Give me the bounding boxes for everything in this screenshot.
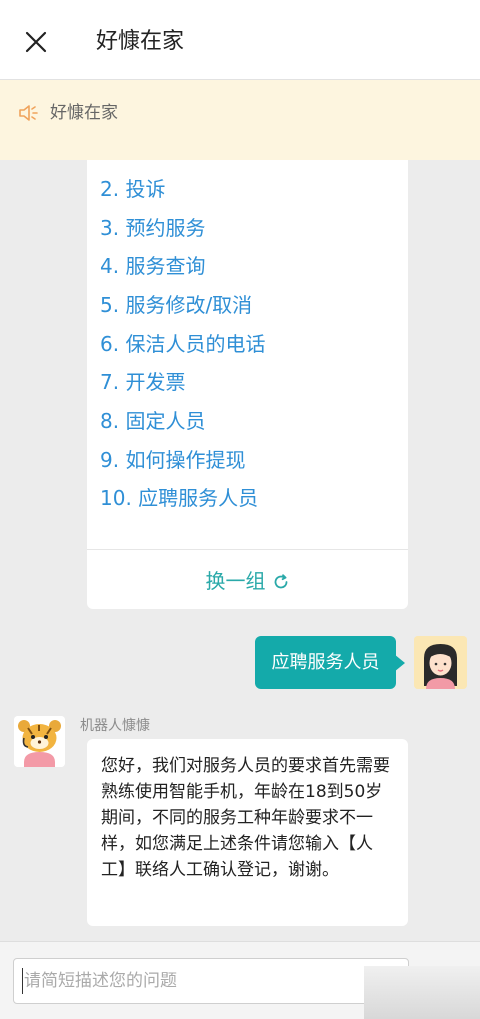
text-caret (22, 968, 23, 994)
faq-item-complaint[interactable]: 2. 投诉 (100, 176, 165, 202)
bubble-tail (394, 654, 405, 672)
faq-item-fixed-staff[interactable]: 8. 固定人员 (100, 408, 205, 434)
tiger-mascot-icon (14, 716, 65, 767)
faq-item-invoice[interactable]: 7. 开发票 (100, 369, 185, 395)
faq-item-book-service[interactable]: 3. 预约服务 (100, 215, 205, 241)
bot-avatar[interactable] (14, 716, 65, 767)
girl-avatar-icon (414, 636, 467, 689)
user-avatar[interactable] (414, 636, 467, 689)
send-area[interactable] (364, 966, 480, 1019)
close-icon[interactable] (24, 30, 48, 54)
faq-item-service-query[interactable]: 4. 服务查询 (100, 253, 205, 279)
bot-name: 机器人慷慷 (80, 718, 150, 734)
card-divider (87, 549, 408, 550)
question-input[interactable] (13, 958, 409, 1004)
refresh-label: 换一组 (205, 569, 266, 593)
speaker-icon (19, 105, 38, 121)
page-title: 好慷在家 (96, 29, 185, 54)
faq-item-apply-job[interactable]: 10. 应聘服务人员 (100, 485, 258, 511)
refresh-button[interactable]: 换一组 (87, 556, 408, 606)
faq-item-modify-cancel[interactable]: 5. 服务修改/取消 (100, 292, 252, 318)
bot-message-text: 您好，我们对服务人员的要求首先需要熟练使用智能手机，年龄在18到50岁期间，不同… (101, 756, 390, 880)
top-bar: 好慷在家 (0, 0, 480, 80)
faq-item-cleaner-phone[interactable]: 6. 保洁人员的电话 (100, 331, 265, 357)
refresh-icon (274, 574, 287, 589)
faq-item-withdraw[interactable]: 9. 如何操作提现 (100, 447, 245, 473)
user-message-bubble: 应聘服务人员 (255, 636, 396, 689)
notice-text: 好慷在家 (50, 103, 118, 123)
